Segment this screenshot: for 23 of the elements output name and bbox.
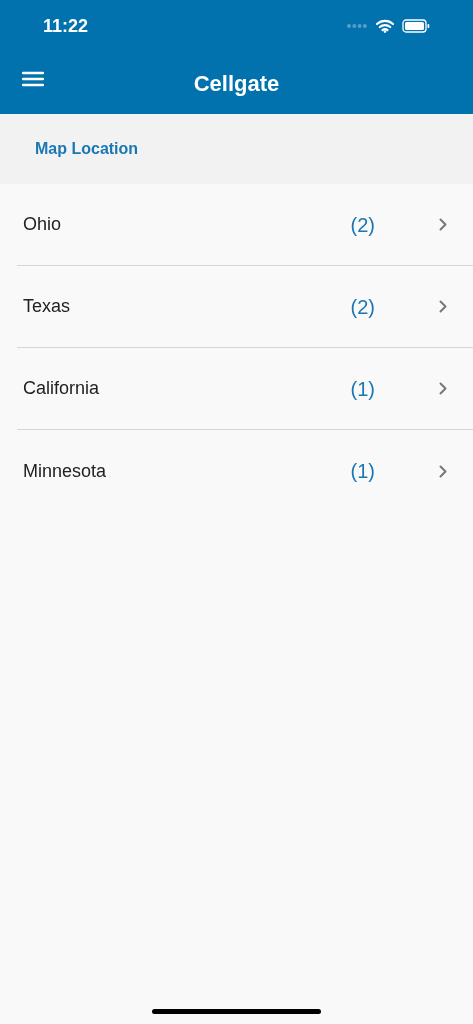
location-count: (2) [350,212,375,238]
signal-icon [346,23,368,29]
screen-title: Cellgate [193,69,280,98]
location-row[interactable]: Ohio (2) [17,184,473,266]
wifi-icon [376,19,394,33]
section-title: Map Location [35,139,139,159]
location-count: (2) [350,294,375,320]
location-row[interactable]: Minnesota (1) [17,430,473,512]
location-name: Minnesota [23,459,107,483]
location-row[interactable]: California (1) [17,348,473,430]
battery-icon [402,19,430,33]
location-row[interactable]: Texas (2) [17,266,473,348]
chevron-icon [439,464,447,478]
location-count: (1) [350,459,375,484]
menu-icon [22,70,44,88]
chevron-icon [439,300,447,313]
location-name: California [23,377,100,400]
chevron-icon [439,382,447,395]
status-time: 11:22 [43,14,89,38]
location-name: Ohio [23,213,62,236]
location-name: Texas [23,295,71,318]
chevron-icon [439,218,447,231]
location-count: (1) [350,376,375,402]
